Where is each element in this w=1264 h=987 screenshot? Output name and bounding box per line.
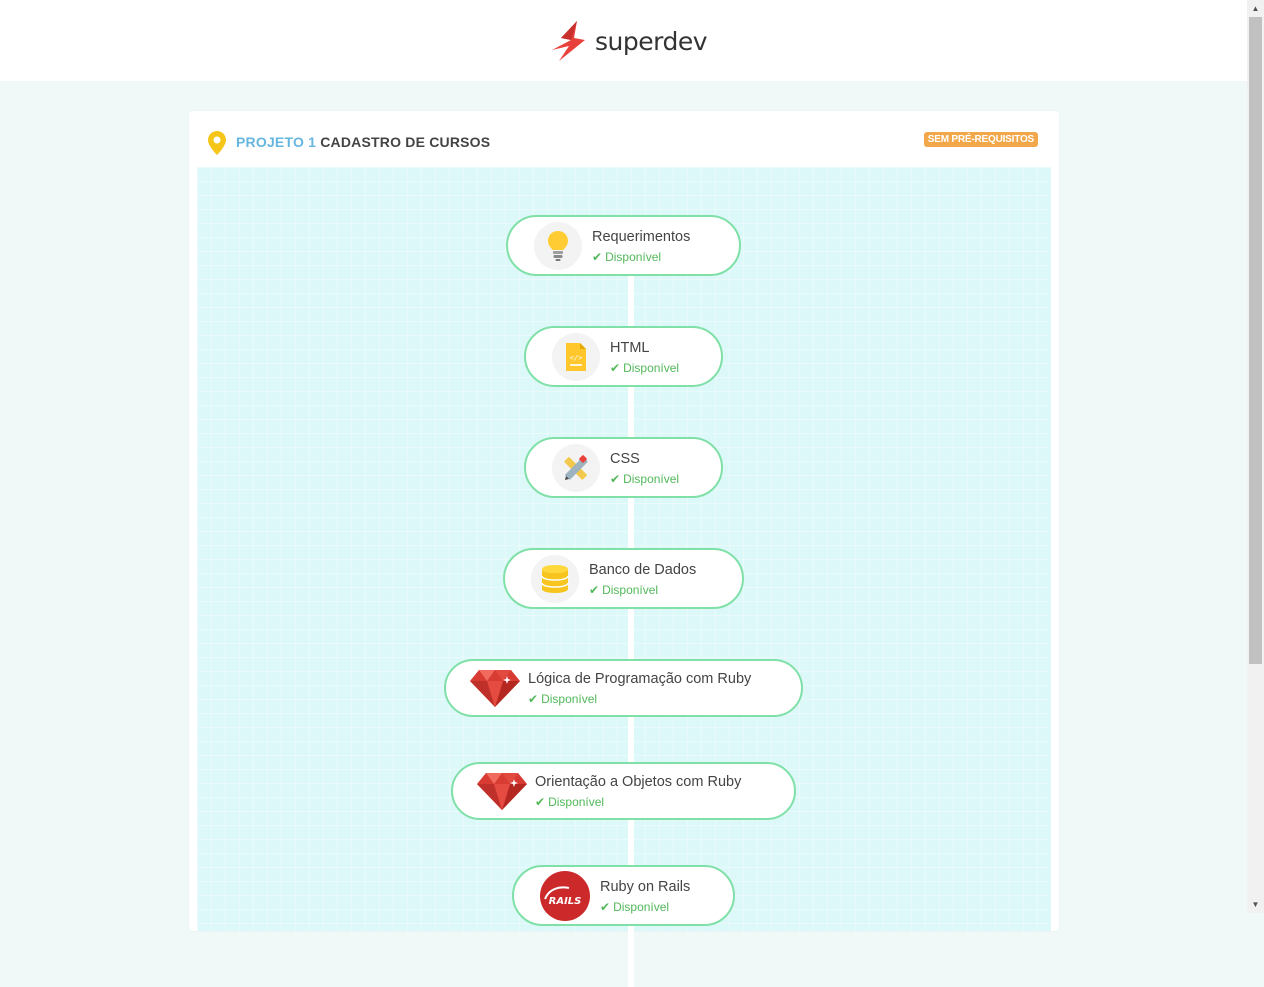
course-title: Orientação a Objetos com Ruby	[535, 774, 742, 790]
html-file-icon: </>	[552, 332, 600, 381]
course-status: ✔ Disponível	[610, 471, 680, 486]
page-scrollbar[interactable]: ▲ ▼	[1247, 0, 1264, 913]
top-bar: superdev	[0, 0, 1247, 81]
course-title: Requerimentos	[592, 228, 691, 245]
project-number: PROJETO 1	[236, 134, 317, 150]
logo-text-super: super	[595, 26, 663, 56]
course-node-requerimentos[interactable]: Requerimentos ✔ Disponível	[506, 215, 741, 276]
lightning-bolt-icon	[552, 21, 585, 61]
check-icon: ✔	[610, 360, 621, 375]
check-icon: ✔	[592, 249, 603, 264]
superdev-logo[interactable]: superdev	[549, 20, 708, 62]
course-status: ✔ Disponível	[610, 360, 680, 375]
check-icon: ✔	[528, 692, 539, 706]
course-node-html[interactable]: </> HTML ✔ Disponível	[524, 326, 723, 387]
course-map: Requerimentos ✔ Disponível </> HTML ✔ Disp…	[197, 167, 1051, 987]
pencil-ruler-icon	[552, 443, 600, 492]
course-title: Banco de Dados	[589, 561, 697, 578]
svg-text:</>: </>	[570, 354, 583, 362]
database-icon	[531, 554, 579, 603]
course-title: Lógica de Programação com Ruby	[528, 671, 752, 687]
rails-logo-text: RAILS	[549, 896, 582, 907]
ruby-gem-icon	[468, 664, 522, 712]
project-card: PROJETO 1 CADASTRO DE CURSOS SEM PRÉ-REQ…	[189, 111, 1059, 987]
ruby-gem-icon	[475, 767, 529, 815]
course-node-logica-ruby[interactable]: Lógica de Programação com Ruby ✔ Disponív…	[444, 659, 803, 717]
lightbulb-icon	[534, 221, 582, 270]
course-node-banco-de-dados[interactable]: Banco de Dados ✔ Disponível	[503, 548, 744, 609]
course-status: ✔ Disponível	[600, 899, 670, 914]
course-status: ✔ Disponível	[589, 582, 659, 597]
project-header: PROJETO 1 CADASTRO DE CURSOS SEM PRÉ-REQ…	[189, 111, 1059, 167]
map-pin-icon	[208, 131, 226, 155]
check-icon: ✔	[600, 899, 611, 914]
logo-text-dev: dev	[662, 26, 708, 56]
project-title: CADASTRO DE CURSOS	[320, 134, 491, 150]
course-node-rails[interactable]: RAILS Ruby on Rails ✔ Disponível	[512, 865, 735, 926]
course-title: HTML	[610, 339, 650, 356]
scroll-down-arrow-icon[interactable]: ▼	[1247, 896, 1264, 913]
course-node-css[interactable]: CSS ✔ Disponível	[524, 437, 723, 498]
course-status: ✔ Disponível	[528, 692, 598, 706]
scroll-thumb[interactable]	[1249, 17, 1262, 664]
check-icon: ✔	[589, 582, 600, 597]
prerequisites-badge: SEM PRÉ-REQUISITOS	[923, 132, 1038, 147]
rails-icon: RAILS	[540, 870, 590, 921]
course-status: ✔ Disponível	[592, 249, 662, 264]
check-icon: ✔	[535, 795, 546, 809]
course-title: CSS	[610, 450, 640, 467]
scroll-up-arrow-icon[interactable]: ▲	[1247, 0, 1264, 17]
check-icon: ✔	[610, 471, 621, 486]
course-status: ✔ Disponível	[535, 795, 605, 809]
course-title: Ruby on Rails	[600, 878, 691, 895]
course-node-oo-ruby[interactable]: Orientação a Objetos com Ruby ✔ Disponíve…	[451, 762, 796, 820]
